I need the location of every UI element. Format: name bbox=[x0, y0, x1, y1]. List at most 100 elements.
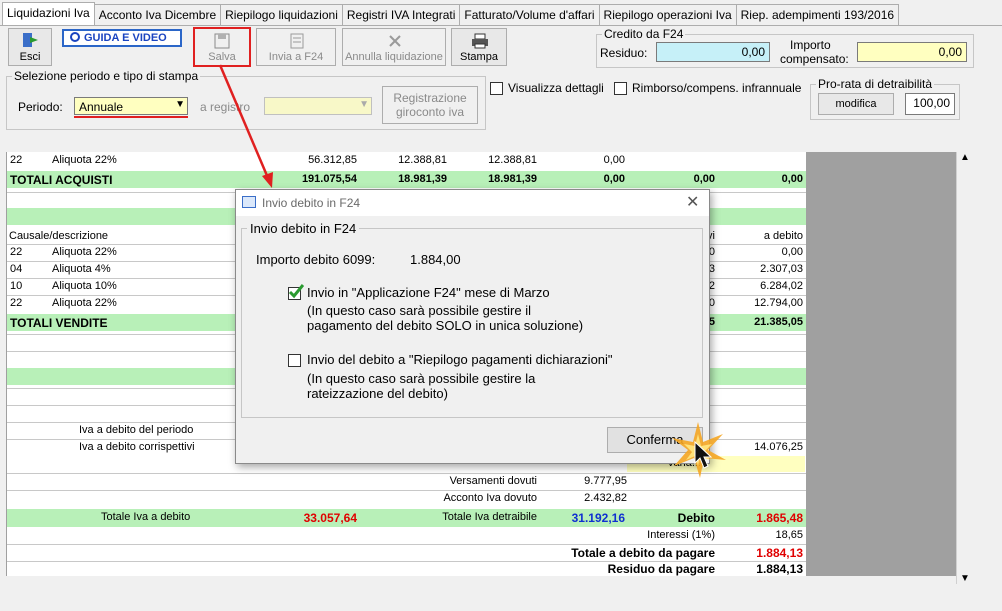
totale-pagare-value: 1.884,13 bbox=[756, 546, 803, 560]
row1-indetraibile: 0,00 bbox=[603, 154, 625, 166]
registro-select[interactable]: ▼ bbox=[264, 97, 372, 115]
vendite-value: 0,00 bbox=[781, 246, 803, 258]
row1-detraibile: 12.388,81 bbox=[488, 154, 537, 166]
save-icon bbox=[214, 33, 230, 49]
totali-vendite-label: TOTALI VENDITE bbox=[10, 316, 108, 330]
dialog-title: Invio debito in F24 bbox=[262, 196, 361, 210]
vendite-value: 12.794,00 bbox=[754, 297, 803, 309]
visualizza-label: Visualizza dettagli bbox=[508, 81, 604, 95]
totali-acquisti-row: TOTALI ACQUISTI 191.075,54 18.981,39 18.… bbox=[7, 171, 806, 188]
opt1-note-1: (In questo caso sarà possibile gestire i… bbox=[307, 303, 532, 318]
importo-compensato-field[interactable]: 0,00 bbox=[857, 42, 967, 62]
dialog-titlebar: Invio debito in F24 ✕ bbox=[236, 190, 709, 216]
tab-registri-iva-integrati[interactable]: Registri IVA Integrati bbox=[341, 4, 461, 26]
grid-empty-area bbox=[806, 152, 956, 576]
esci-label: Esci bbox=[19, 51, 41, 63]
totali-acquisti-iva: 18.981,39 bbox=[398, 173, 447, 185]
vendite-code: 04 bbox=[10, 263, 23, 275]
registrazione-label-1: Registrazione bbox=[393, 91, 467, 105]
annulla-liquidazione-button[interactable]: Annulla liquidazione bbox=[342, 28, 446, 66]
credito-legend: Credito da F24 bbox=[602, 27, 686, 41]
residuo-field[interactable]: 0,00 bbox=[656, 42, 770, 62]
opt2-note-1: (In questo caso sarà possibile gestire l… bbox=[307, 371, 536, 386]
scroll-down-icon[interactable]: ▼ bbox=[960, 573, 970, 584]
stampa-button[interactable]: Stampa bbox=[451, 28, 507, 66]
header-a-debito: a debito bbox=[763, 230, 803, 242]
totale-pagare-label: Totale a debito da pagare bbox=[571, 546, 715, 560]
vertical-scrollbar[interactable]: ▲ ▼ bbox=[956, 152, 973, 584]
stampa-label: Stampa bbox=[460, 51, 498, 63]
totali-acquisti-c5: 0,00 bbox=[603, 173, 625, 185]
f24-document-icon bbox=[290, 33, 304, 49]
grid-line bbox=[7, 544, 806, 545]
close-icon[interactable]: ✕ bbox=[686, 192, 699, 212]
vendite-value: 6.284,02 bbox=[760, 280, 803, 292]
grid-line bbox=[7, 490, 806, 491]
registrazione-giroconto-button[interactable]: Registrazione giroconto iva bbox=[382, 86, 478, 124]
periodo-underline bbox=[74, 116, 188, 118]
iva-debito-corrispettivi-label: Iva a debito corrispettivi bbox=[79, 441, 195, 453]
debito-value: 1.865,48 bbox=[756, 511, 803, 525]
debito-label: Debito bbox=[677, 511, 715, 525]
esci-button[interactable]: Esci bbox=[8, 28, 52, 66]
window-icon bbox=[242, 196, 256, 208]
importo-label-2: compensato: bbox=[780, 52, 849, 66]
dialog-group-title: Invio debito in F24 bbox=[247, 221, 360, 236]
acconto-iva-value: 2.432,82 bbox=[584, 492, 627, 504]
guida-video-button[interactable]: GUIDA E VIDEO bbox=[62, 29, 182, 47]
vendite-code: 10 bbox=[10, 280, 23, 292]
totali-vendite-value: 21.385,05 bbox=[754, 316, 803, 328]
periodo-select[interactable]: Annuale ▼ bbox=[74, 97, 188, 115]
chevron-down-icon: ▼ bbox=[359, 99, 369, 110]
scroll-up-icon[interactable]: ▲ bbox=[960, 152, 970, 163]
interessi-label: Interessi (1%) bbox=[647, 529, 715, 541]
chevron-down-icon: ▼ bbox=[175, 99, 185, 110]
row1-desc: Aliquota 22% bbox=[52, 154, 117, 166]
totale-detraibile-label: Totale Iva detraibile bbox=[442, 511, 537, 523]
vendite-desc: Aliquota 10% bbox=[52, 280, 117, 292]
mouse-cursor-icon bbox=[694, 441, 713, 469]
checkmark-icon bbox=[288, 284, 304, 299]
totale-debito-label: Totale Iva a debito bbox=[101, 511, 191, 523]
tab-liquidazioni-iva[interactable]: Liquidazioni Iva bbox=[2, 2, 95, 26]
periodo-label: Periodo: bbox=[18, 100, 63, 114]
versamenti-dovuti-label: Versamenti dovuti bbox=[449, 475, 537, 487]
vendite-value: 2.307,03 bbox=[760, 263, 803, 275]
opt1-note-2: pagamento del debito SOLO in unica soluz… bbox=[307, 318, 584, 333]
prorata-legend: Pro-rata di detraibilità bbox=[816, 77, 935, 91]
visualizza-dettagli-checkbox[interactable] bbox=[490, 82, 503, 95]
residuo-label: Residuo: bbox=[600, 46, 648, 60]
importo-label-1: Importo bbox=[790, 38, 831, 52]
registrazione-label-2: giroconto iva bbox=[395, 105, 465, 119]
opt1-checkbox[interactable] bbox=[288, 284, 304, 300]
versamenti-dovuti-value: 9.777,95 bbox=[584, 475, 627, 487]
tab-riepilogo-liquidazioni[interactable]: Riepilogo liquidazioni bbox=[220, 4, 343, 26]
vendite-desc: Aliquota 22% bbox=[52, 246, 117, 258]
printer-icon bbox=[472, 33, 488, 49]
opt2-checkbox[interactable] bbox=[288, 354, 301, 367]
prorata-value-field[interactable]: 100,00 bbox=[905, 93, 955, 115]
totale-iva-row: Totale Iva a debito 33.057,64 Totale Iva… bbox=[7, 509, 806, 527]
tab-fatturato[interactable]: Fatturato/Volume d'affari bbox=[459, 4, 600, 26]
iva-debito-periodo-label: Iva a debito del periodo bbox=[79, 424, 194, 436]
vendite-code: 22 bbox=[10, 246, 23, 258]
invio-debito-dialog: Invio debito in F24 ✕ Invio debito in F2… bbox=[235, 189, 710, 464]
selezione-legend: Selezione periodo e tipo di stampa bbox=[12, 69, 201, 83]
opt2-title: Invio del debito a "Riepilogo pagamenti … bbox=[307, 352, 613, 367]
row1-iva: 12.388,81 bbox=[398, 154, 447, 166]
tab-bar: Liquidazioni Iva Acconto Iva Dicembre Ri… bbox=[2, 2, 900, 26]
tab-riep-adempimenti[interactable]: Riep. adempimenti 193/2016 bbox=[735, 4, 900, 26]
acconto-iva-label: Acconto Iva dovuto bbox=[443, 492, 537, 504]
totali-acquisti-detraibile: 18.981,39 bbox=[488, 173, 537, 185]
rimborso-checkbox[interactable] bbox=[614, 82, 627, 95]
tab-acconto-iva-dicembre[interactable]: Acconto Iva Dicembre bbox=[93, 4, 222, 26]
tab-divider bbox=[0, 25, 1002, 26]
opt1-title: Invio in "Applicazione F24" mese di Marz… bbox=[307, 285, 550, 300]
tab-riepilogo-operazioni[interactable]: Riepilogo operazioni Iva bbox=[598, 4, 737, 26]
periodo-value: Annuale bbox=[79, 100, 124, 114]
modifica-button[interactable]: modifica bbox=[818, 93, 894, 115]
totale-detraibile-value: 31.192,16 bbox=[571, 511, 625, 525]
cancel-icon bbox=[389, 35, 401, 47]
opt2-note-2: rateizzazione del debito) bbox=[307, 386, 448, 401]
vendite-desc: Aliquota 4% bbox=[52, 263, 111, 275]
